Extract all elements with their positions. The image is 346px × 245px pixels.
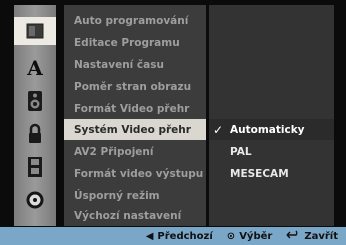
category-icon-column: A <box>14 5 56 226</box>
previous-label: Předchozí <box>157 230 213 242</box>
previous-hint[interactable]: ◀ Předchozí <box>146 231 213 242</box>
menu-item-video-format[interactable]: Formát Video přehr <box>64 98 206 119</box>
enter-button-icon: ⊙ <box>226 230 236 242</box>
menu-item-power-save[interactable]: Úsporný režim <box>64 185 206 206</box>
select-hint[interactable]: ⊙ Výběr <box>227 231 273 242</box>
menu-item-clock-setting[interactable]: Nastavení času <box>64 54 206 75</box>
setup-panel-icon[interactable] <box>14 17 56 45</box>
menu-item-aspect-ratio[interactable]: Poměr stran obrazu <box>64 76 206 97</box>
checkmark-icon: ✓ <box>213 122 224 137</box>
menu-item-av2-connection[interactable]: AV2 Připojení <box>64 141 206 162</box>
menu-item-program-edit[interactable]: Editace Programu <box>64 32 206 53</box>
film-record-icon[interactable] <box>18 155 52 179</box>
menu-item-video-system[interactable]: Systém Video přehr <box>64 119 206 140</box>
close-hint[interactable]: Zavřít <box>286 230 338 243</box>
svg-text:A: A <box>26 56 43 78</box>
menu-item-video-output-format[interactable]: Formát video výstupu <box>64 163 206 184</box>
audio-speaker-icon[interactable] <box>18 89 52 113</box>
option-submenu: ✓ Automaticky PAL MESECAM <box>209 5 334 226</box>
option-automatic[interactable]: ✓ Automaticky <box>209 119 334 140</box>
setup-menu-screen: A Auto programování Editace Programu Nas… <box>0 0 346 245</box>
menu-item-auto-programming[interactable]: Auto programování <box>64 10 206 31</box>
close-label: Zavřít <box>304 230 338 242</box>
language-a-icon[interactable]: A <box>18 55 52 79</box>
left-arrow-icon: ◀ <box>145 230 154 242</box>
navigation-hint-bar: ◀ Předchozí ⊙ Výběr Zavřít <box>0 227 346 245</box>
option-label: Automaticky <box>230 123 305 136</box>
option-pal[interactable]: PAL <box>209 141 334 162</box>
lock-icon[interactable] <box>18 122 52 146</box>
disc-icon[interactable] <box>18 188 52 212</box>
select-label: Výběr <box>239 230 273 242</box>
menu-item-factory-reset[interactable]: Výchozí nastavení <box>64 205 206 226</box>
option-mesecam[interactable]: MESECAM <box>209 163 334 184</box>
return-icon <box>286 230 300 243</box>
settings-menu-list: Auto programování Editace Programu Nasta… <box>64 5 206 226</box>
